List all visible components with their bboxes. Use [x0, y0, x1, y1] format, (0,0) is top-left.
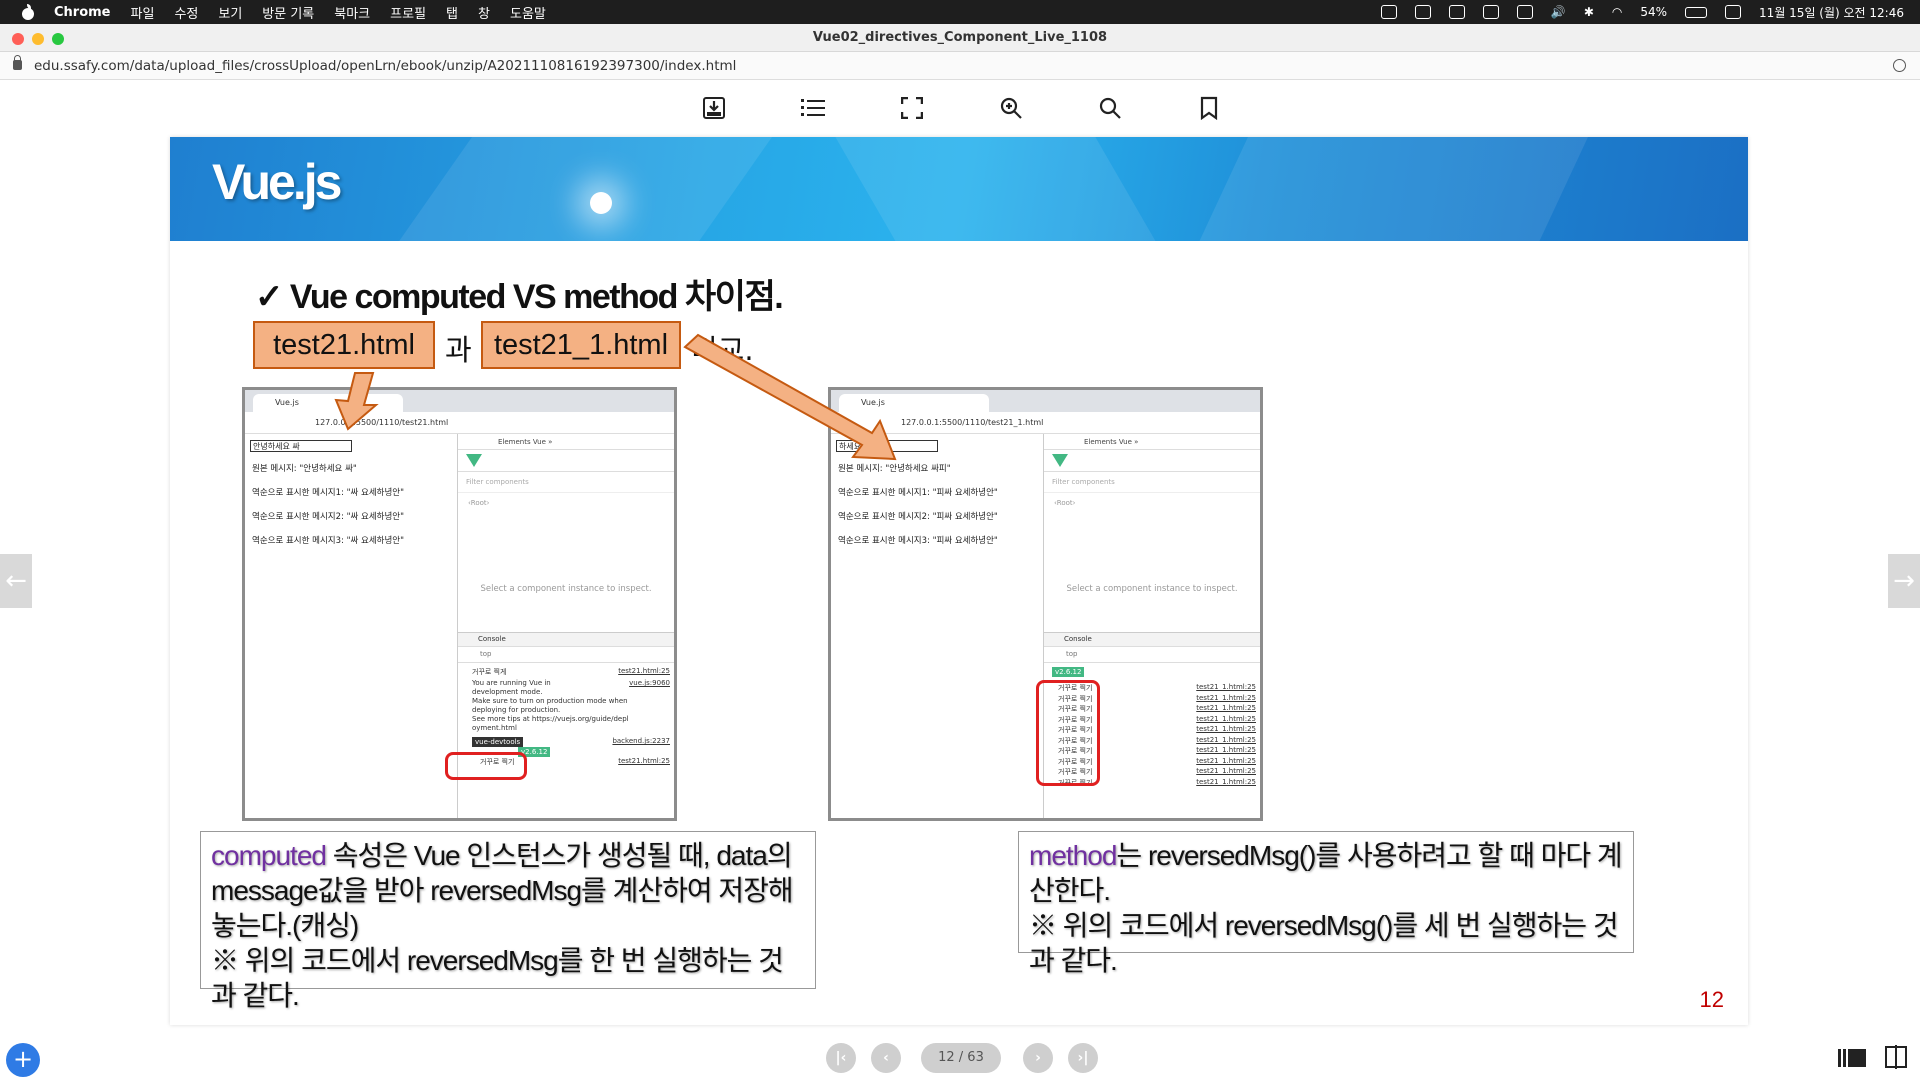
prev-page-button[interactable]: ‹: [871, 1043, 901, 1073]
arrow-right-icon: →: [1893, 566, 1915, 596]
battery-percent[interactable]: 54%: [1640, 5, 1667, 19]
clock[interactable]: 11월 15일 (월) 오전 12:46: [1759, 4, 1904, 21]
menu-edit[interactable]: 수정: [174, 3, 198, 22]
status-area: 🔊 ✱ ◠ 54% 11월 15일 (월) 오전 12:46: [1380, 0, 1904, 24]
menu-app-name[interactable]: Chrome: [54, 5, 111, 20]
download-icon[interactable]: [700, 94, 728, 122]
page-indicator[interactable]: 12 / 63: [921, 1043, 1001, 1073]
computed-explanation: computed 속성은 Vue 인스턴스가 생성될 때, data의 mess…: [200, 831, 816, 1011]
fullscreen-icon[interactable]: [898, 94, 926, 122]
first-page-button[interactable]: |‹: [826, 1043, 856, 1073]
address-bar[interactable]: edu.ssafy.com/data/upload_files/crossUpl…: [0, 52, 1920, 80]
library-icon[interactable]: [1838, 1047, 1866, 1067]
split-view-icon[interactable]: [1884, 1045, 1908, 1069]
next-page-arrow[interactable]: →: [1888, 554, 1920, 608]
wifi-icon[interactable]: ◠: [1612, 5, 1622, 19]
arrow-left-icon: ←: [5, 566, 27, 596]
search-icon[interactable]: [1096, 94, 1124, 122]
prev-page-arrow[interactable]: ←: [0, 554, 32, 608]
method-explanation: method는 reversedMsg()를 사용하려고 할 때 마다 계산한다…: [1018, 831, 1634, 976]
apple-icon[interactable]: [20, 4, 36, 20]
slide-page: Vue.js ✓ Vue computed VS method 차이점. tes…: [170, 137, 1748, 1025]
control-center-icon[interactable]: [1725, 5, 1742, 19]
window-titlebar: Vue02_directives_Component_Live_1108: [0, 24, 1920, 52]
arrow-icon: [683, 333, 897, 461]
add-button[interactable]: +: [6, 1043, 40, 1077]
status-app-icon[interactable]: [1380, 5, 1397, 19]
first-page-icon: |‹: [835, 1050, 847, 1066]
bluetooth-icon[interactable]: ✱: [1584, 5, 1594, 19]
menu-history[interactable]: 방문 기록: [262, 3, 314, 22]
last-page-icon: ›|: [1077, 1050, 1089, 1066]
chevron-right-icon: ›: [1035, 1050, 1041, 1066]
glasses-icon[interactable]: [1414, 5, 1431, 19]
keyword-method: method: [1029, 840, 1117, 871]
menu-bookmarks[interactable]: 북마크: [334, 3, 370, 22]
menu-profiles[interactable]: 프로필: [390, 3, 426, 22]
slide-page-number: 12: [1699, 987, 1724, 1012]
lock-icon[interactable]: [13, 55, 22, 70]
ebook-toolbar: [0, 80, 1920, 130]
menu-window[interactable]: 창: [478, 3, 490, 22]
page-zoom-icon[interactable]: [1893, 59, 1906, 72]
battery-icon[interactable]: [1685, 6, 1708, 18]
menu-tab[interactable]: 탭: [446, 3, 458, 22]
next-page-button[interactable]: ›: [1023, 1043, 1053, 1073]
volume-icon[interactable]: 🔊: [1551, 5, 1566, 19]
last-page-button[interactable]: ›|: [1068, 1043, 1098, 1073]
menu-file[interactable]: 파일: [131, 3, 155, 22]
note-text: 는 reversedMsg()를 사용하려고 할 때 마다 계산한다.: [1029, 840, 1623, 906]
arrow-icon: [334, 372, 379, 431]
url-text[interactable]: edu.ssafy.com/data/upload_files/crossUpl…: [34, 58, 736, 74]
gmail-icon[interactable]: [1448, 5, 1465, 19]
zoom-in-icon[interactable]: [997, 94, 1025, 122]
keyword-computed: computed: [211, 840, 327, 871]
chevron-left-icon: ‹: [883, 1050, 889, 1066]
menu-view[interactable]: 보기: [218, 3, 242, 22]
list-icon[interactable]: [799, 94, 827, 122]
pager-bar: + |‹ ‹ 12 / 63 › ›|: [0, 1032, 1920, 1080]
bookmark-icon[interactable]: [1195, 94, 1223, 122]
input-method-icon[interactable]: [1516, 5, 1533, 19]
menu-help[interactable]: 도움말: [510, 3, 546, 22]
chat-icon[interactable]: [1482, 5, 1499, 19]
macos-menubar: Chrome 파일 수정 보기 방문 기록 북마크 프로필 탭 창 도움말 🔊 …: [0, 0, 1920, 24]
window-title: Vue02_directives_Component_Live_1108: [812, 30, 1108, 45]
